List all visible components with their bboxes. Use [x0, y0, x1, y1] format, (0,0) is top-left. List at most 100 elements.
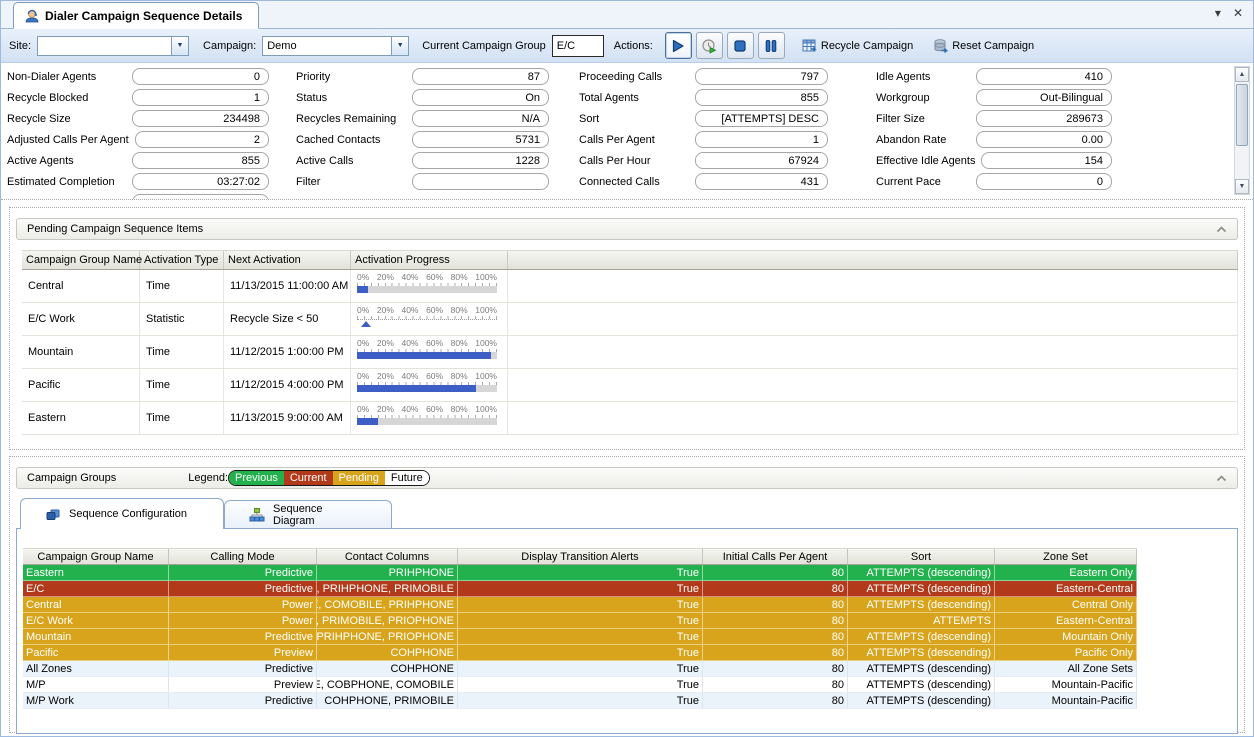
transition-alerts-cell: True	[458, 581, 703, 596]
group-name-cell: M/P	[23, 677, 169, 692]
pause-campaign-button[interactable]	[758, 32, 785, 59]
activation-type-cell: Time	[140, 336, 224, 368]
stat-value-box: 03:27:02	[132, 173, 269, 190]
collapse-chevron-icon[interactable]	[1216, 475, 1227, 482]
chevron-down-icon[interactable]: ▼	[391, 37, 408, 55]
column-header[interactable]: Calling Mode	[169, 549, 317, 564]
next-activation-cell: 11/12/2015 1:00:00 PM	[224, 336, 351, 368]
campaign-group-row[interactable]: M/P WorkPredictiveCOHPHONE, PRIMOBILETru…	[23, 693, 1137, 709]
stop-campaign-button[interactable]	[727, 32, 754, 59]
column-header[interactable]: Campaign Group Name	[22, 251, 140, 269]
activation-progress-cell: 0%20%40%60%80%100%	[351, 303, 508, 335]
scheduled-start-button[interactable]	[696, 32, 723, 59]
column-header-filler	[508, 251, 1238, 269]
actions-label: Actions:	[614, 40, 653, 52]
tab-sequence-configuration[interactable]: Sequence Configuration	[20, 498, 224, 529]
campaign-group-row[interactable]: All ZonesPredictiveCOHPHONETrue80ATTEMPT…	[23, 661, 1137, 677]
campaign-group-row[interactable]: E/CPredictiveHPHONE, PRIHPHONE, PRIMOBIL…	[23, 581, 1137, 597]
stat-value-box: 797	[695, 68, 828, 85]
progress-bar	[357, 286, 497, 293]
current-campaign-group-label: Current Campaign Group	[422, 40, 546, 52]
pending-section-header[interactable]: Pending Campaign Sequence Items	[16, 218, 1238, 240]
stat-value-box: 67924	[695, 152, 828, 169]
group-name-cell: Mountain	[23, 629, 169, 644]
campaign-group-row[interactable]: CentralPowerOBPHONE, COMOBILE, PRIHPHONE…	[23, 597, 1137, 613]
campaign-groups-header[interactable]: Campaign Groups Legend: PreviousCurrentP…	[16, 467, 1238, 489]
toolbar: Site: ▼ Campaign: Demo ▼ Current Campaig…	[1, 29, 1253, 63]
stat-label: Current Pace	[876, 176, 976, 188]
sort-cell: ATTEMPTS (descending)	[848, 581, 995, 596]
tab-dialer-campaign-sequence-details[interactable]: Dialer Campaign Sequence Details	[13, 2, 259, 29]
column-header[interactable]: Display Transition Alerts	[458, 549, 703, 564]
pending-row[interactable]: E/C WorkStatisticRecycle Size < 500%20%4…	[22, 303, 1238, 336]
column-header[interactable]: Contact Columns	[317, 549, 458, 564]
transition-alerts-cell: True	[458, 693, 703, 708]
pending-section-title: Pending Campaign Sequence Items	[27, 223, 203, 235]
zone-set-cell: Eastern-Central	[995, 581, 1137, 596]
campaign-groups-title: Campaign Groups	[27, 472, 116, 484]
contact-columns-cell: COHPHONE, PRIMOBILE	[317, 693, 458, 708]
stat-field: Filter Size289673	[876, 110, 1112, 127]
stat-value-box: 87	[412, 68, 549, 85]
campaign-stats-panel: Non-Dialer Agents0Recycle Blocked1Recycl…	[1, 63, 1253, 200]
tab-sequence-diagram[interactable]: Sequence Diagram	[224, 500, 392, 528]
column-header[interactable]: Activation Type	[140, 251, 224, 269]
progress-bar-fill	[357, 352, 491, 359]
column-header[interactable]: Next Activation	[224, 251, 351, 269]
stat-value-box	[412, 173, 549, 190]
start-campaign-button[interactable]	[665, 32, 692, 59]
stat-value-box: 431	[695, 173, 828, 190]
initial-calls-cell: 80	[703, 565, 848, 580]
scrollbar-down-icon[interactable]: ▼	[1235, 179, 1249, 194]
campaign-group-row[interactable]: EasternPredictivePRIHPHONETrue80ATTEMPTS…	[23, 565, 1137, 581]
tab-list-icon[interactable]: ▾	[1215, 5, 1221, 21]
calling-mode-cell: Preview	[169, 677, 317, 692]
scrollbar-up-icon[interactable]: ▲	[1235, 67, 1249, 82]
column-header[interactable]: Campaign Group Name	[23, 549, 169, 564]
transition-alerts-cell: True	[458, 629, 703, 644]
stat-field: Current Pace0	[876, 173, 1112, 190]
column-header[interactable]: Zone Set	[995, 549, 1137, 564]
recycle-campaign-button[interactable]: Recycle Campaign	[797, 34, 918, 58]
site-select[interactable]: ▼	[37, 36, 189, 56]
row-filler	[508, 369, 1238, 401]
reset-campaign-button[interactable]: Reset Campaign	[928, 34, 1039, 58]
pending-row[interactable]: PacificTime11/12/2015 4:00:00 PM0%20%40%…	[22, 369, 1238, 402]
scrollbar-thumb[interactable]	[1236, 84, 1248, 146]
campaign-group-row[interactable]: PacificPreviewCOHPHONETrue80ATTEMPTS (de…	[23, 645, 1137, 661]
group-name-cell: E/C	[23, 581, 169, 596]
column-header[interactable]: Initial Calls Per Agent	[703, 549, 848, 564]
next-activation-cell: Recycle Size < 50	[224, 303, 351, 335]
sequence-tabs: Sequence Configuration Sequence Diagram	[20, 497, 1244, 528]
stat-label: Cached Contacts	[296, 134, 412, 146]
pending-row[interactable]: EasternTime11/13/2015 9:00:00 AM0%20%40%…	[22, 402, 1238, 435]
progress-scale-labels: 0%20%40%60%80%100%	[357, 405, 497, 414]
initial-calls-cell: 80	[703, 661, 848, 676]
pending-row[interactable]: MountainTime11/12/2015 1:00:00 PM0%20%40…	[22, 336, 1238, 369]
column-header[interactable]: Activation Progress	[351, 251, 508, 269]
pending-row[interactable]: CentralTime11/13/2015 11:00:00 AM0%20%40…	[22, 270, 1238, 303]
stat-label: Recycle Size	[7, 113, 132, 125]
current-campaign-group-input[interactable]: E/C	[552, 35, 604, 57]
campaign-group-row[interactable]: E/C WorkPowerHPHONE, PRIMOBILE, PRIOPHON…	[23, 613, 1137, 629]
stat-field: Non-Dialer Agents0	[7, 68, 269, 85]
campaign-group-row[interactable]: M/PPreviewOHPHONE, COBPHONE, COMOBILETru…	[23, 677, 1137, 693]
stat-value-box: 5731	[412, 131, 549, 148]
progress-scale-labels: 0%20%40%60%80%100%	[357, 339, 497, 348]
campaign-group-row[interactable]: MountainPredictivePRIHPHONE, PRIOPHONETr…	[23, 629, 1137, 645]
tab-strip: Dialer Campaign Sequence Details ▾ ✕	[1, 1, 1253, 29]
legend-chip-current: Current	[284, 470, 333, 486]
close-icon[interactable]: ✕	[1233, 5, 1243, 21]
column-header[interactable]: Sort	[848, 549, 995, 564]
group-name-cell: Central	[23, 597, 169, 612]
org-diagram-icon	[249, 507, 265, 523]
contact-columns-cell: HPHONE, PRIMOBILE, PRIOPHONE	[317, 613, 458, 628]
sort-cell: ATTEMPTS (descending)	[848, 645, 995, 660]
campaign-select[interactable]: Demo ▼	[262, 36, 409, 56]
stats-scrollbar[interactable]: ▲ ▼	[1234, 66, 1250, 195]
stat-label: Calls Per Hour	[579, 155, 695, 167]
collapse-chevron-icon[interactable]	[1216, 226, 1227, 233]
zone-set-cell: Pacific Only	[995, 645, 1137, 660]
stat-field: Sort[ATTEMPTS] DESC	[579, 110, 828, 127]
chevron-down-icon[interactable]: ▼	[171, 37, 188, 55]
